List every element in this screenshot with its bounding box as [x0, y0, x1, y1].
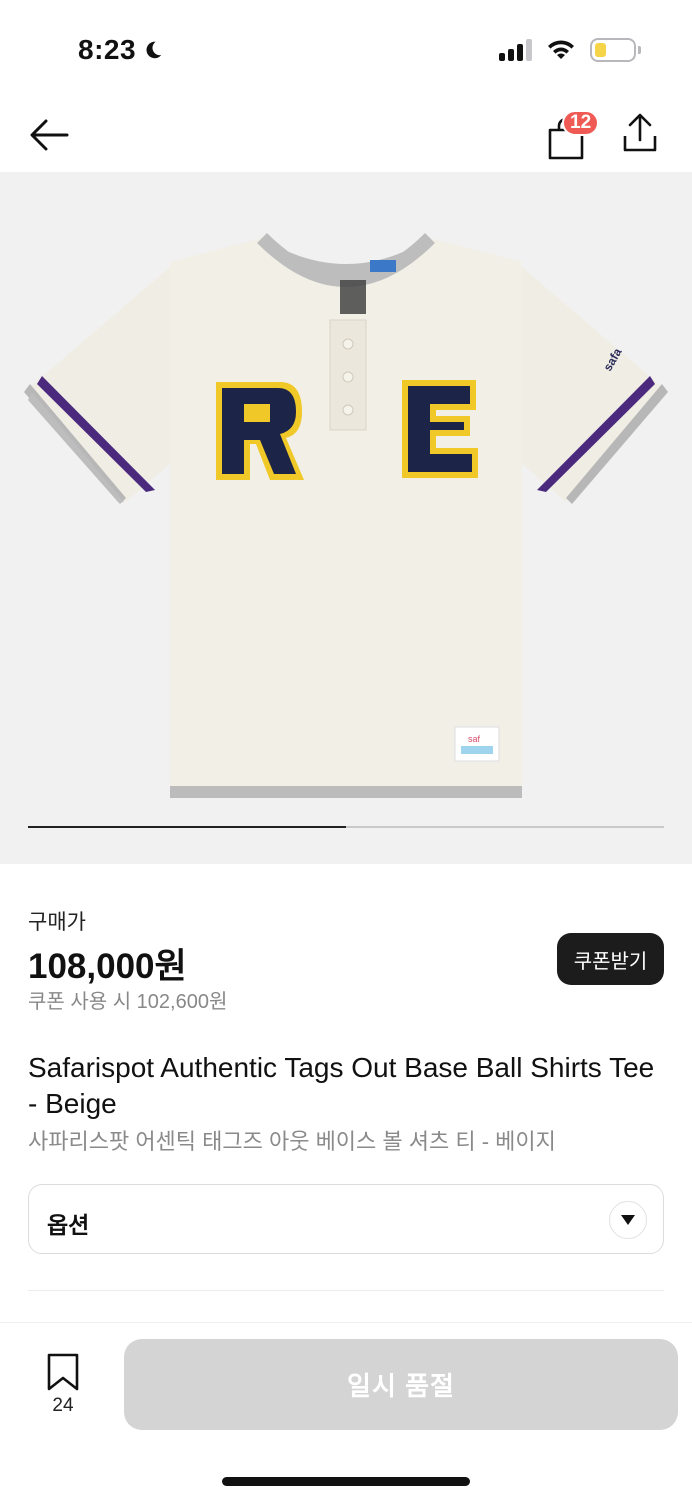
- image-slide-indicator: [28, 826, 664, 828]
- cart-count-badge: 12: [562, 110, 600, 136]
- moon-icon: [146, 41, 162, 59]
- option-label: 옵션: [47, 1212, 90, 1238]
- chevron-down-icon: [609, 1201, 647, 1239]
- status-bar: 8:23: [0, 0, 692, 100]
- bottom-action-bar: 24 일시 품절: [0, 1322, 692, 1500]
- get-coupon-button[interactable]: 쿠폰받기: [557, 933, 664, 985]
- section-divider: [28, 1290, 664, 1291]
- share-icon: [623, 113, 657, 152]
- bookmark-icon: [47, 1353, 79, 1391]
- product-subtitle-korean: 사파리스팟 어센틱 태그즈 아웃 베이스 볼 셔츠 티 - 베이지: [28, 1129, 556, 1154]
- cart-button[interactable]: 12: [542, 110, 600, 160]
- nav-bar: 12: [0, 100, 692, 172]
- arrow-left-icon: [30, 119, 69, 151]
- price-value: 108,000원: [28, 947, 187, 986]
- price-label: 구매가: [28, 911, 86, 934]
- clock-text: 8:23: [78, 34, 137, 65]
- product-photo: safa saf: [24, 233, 668, 798]
- back-button[interactable]: [26, 112, 72, 158]
- wifi-icon: [548, 40, 574, 59]
- battery-low-icon: [590, 38, 641, 62]
- share-button[interactable]: [620, 112, 666, 158]
- svg-text:saf: saf: [468, 734, 481, 744]
- home-indicator[interactable]: [222, 1477, 470, 1486]
- coupon-price-text: 쿠폰 사용 시 102,600원: [28, 991, 228, 1013]
- image-slide-progress: [28, 826, 346, 828]
- option-select[interactable]: 옵션: [28, 1184, 664, 1254]
- status-indicators: [499, 38, 641, 62]
- product-image-carousel[interactable]: safa saf: [0, 172, 692, 864]
- product-title: Safarispot Authentic Tags Out Base Ball …: [28, 1052, 655, 1119]
- bookmark-count: 24: [52, 1395, 74, 1416]
- bookmark-button[interactable]: 24: [40, 1351, 86, 1421]
- status-time: 8:23: [78, 34, 164, 66]
- soldout-button[interactable]: 일시 품절: [124, 1339, 678, 1430]
- cellular-signal-icon: [499, 39, 532, 61]
